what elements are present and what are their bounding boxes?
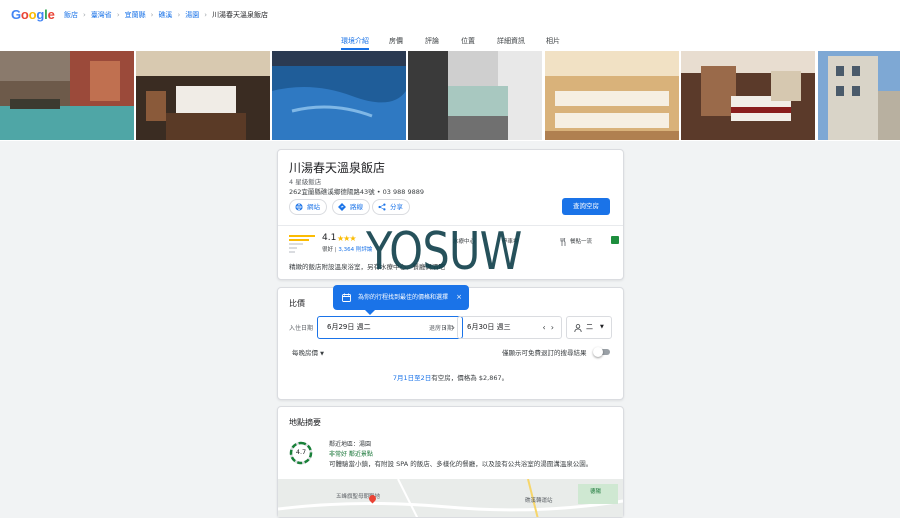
guests-value: 二: [586, 323, 593, 331]
photo-courtyard-pool[interactable]: [0, 51, 134, 140]
google-logo[interactable]: Google: [11, 7, 55, 22]
rating-value: 4.1: [322, 233, 337, 243]
tab-prices[interactable]: 房價: [389, 36, 403, 46]
calendar-icon: [342, 293, 351, 302]
directions-button[interactable]: 路線: [332, 199, 370, 215]
guests-selector[interactable]: 二 ▼: [566, 316, 612, 339]
rating-distribution-bars[interactable]: [289, 235, 315, 255]
location-summary-card: 地點摘要 4.7 鄰近地區：湯園 非常好 鄰近景點 可體驗當小鎮，有附設 SPA…: [277, 406, 624, 518]
tab-overview[interactable]: 環境介紹: [341, 36, 369, 50]
photo-bedroom[interactable]: [136, 51, 270, 140]
more-amenities-icon[interactable]: [611, 236, 619, 244]
person-icon: [574, 324, 582, 332]
nightly-price-dropdown[interactable]: 每晚房價 ▼: [292, 347, 324, 357]
availability-line: 7月1日至2日有空房，價格為 $2,867。: [278, 372, 623, 382]
nearby-area: 鄰近地區：湯園: [329, 441, 372, 448]
restaurant-icon: [560, 237, 566, 246]
tab-photos[interactable]: 相片: [546, 36, 560, 46]
rating-label: 很好: [322, 247, 334, 253]
photo-bath[interactable]: [408, 51, 542, 140]
checkout-label: 退房日期: [429, 325, 454, 332]
tab-details[interactable]: 詳細資訊: [497, 36, 525, 46]
checkin-label: 入住日期: [289, 325, 314, 332]
tooltip-text: 為你的行程找到最佳的價格和選擇: [358, 294, 449, 301]
website-label: 網站: [307, 203, 320, 211]
logo-letter: e: [47, 7, 55, 22]
checkout-date-arrows[interactable]: ‹ ›: [543, 317, 554, 338]
location-map[interactable]: 五峰旗聖母朝聖地 礁溪轉運站 德陽: [278, 479, 623, 517]
close-icon[interactable]: ×: [456, 285, 462, 310]
location-summary-text: 可體驗當小鎮，有附設 SPA 的飯店、多樣化的餐廳，以及設有公共浴室的湯圍溝溫泉…: [329, 460, 593, 468]
rating-summary: 很好 | 3,364 則評論: [322, 247, 373, 253]
photo-strip: [0, 50, 900, 141]
amenity-dining-label: 餐點一流: [570, 239, 593, 245]
map-label-area: 德陽: [590, 489, 602, 495]
price-section-title: 比價: [289, 299, 305, 308]
checkout-date-field[interactable]: 6月30日 週三 ‹ ›: [457, 316, 562, 339]
website-button[interactable]: 網站: [289, 199, 327, 215]
logo-letter: o: [20, 7, 29, 22]
hotel-name: 川湯春天溫泉飯店: [289, 161, 386, 175]
breadcrumb-jiaoxi[interactable]: 礁溪: [158, 11, 172, 19]
breadcrumb-separator: ›: [116, 11, 120, 19]
chevron-down-icon: ▼: [320, 351, 324, 357]
hotel-address: 262宜蘭縣礁溪鄉德陽路43號 • 03 988 9889: [289, 188, 424, 196]
directions-label: 路線: [350, 203, 363, 211]
logo-letter: o: [28, 7, 37, 22]
share-icon: [378, 203, 386, 211]
photo-indoor-pool[interactable]: [272, 51, 406, 140]
amenity-dining: 餐點一流: [560, 237, 592, 246]
breadcrumb-tangwei[interactable]: 湯園: [185, 11, 199, 19]
location-rating-label: 非常好 鄰近景點: [329, 451, 373, 458]
check-availability-button[interactable]: 查詢空房: [562, 198, 610, 215]
availability-text: 有空房，價格為 $2,867。: [431, 374, 509, 382]
breadcrumb-separator: ›: [83, 11, 86, 19]
share-label: 分享: [390, 203, 403, 211]
location-score: 4.7: [295, 448, 307, 456]
breadcrumb: 飯店 › 臺灣省 › 宜蘭縣 › 礁溪 › 湯園 › 川湯春天溫泉飯店: [64, 10, 268, 20]
section-tabs: 環境介紹 房價 評論 位置 詳細資訊 相片: [0, 31, 900, 51]
rating-stars: ★★★: [337, 234, 356, 243]
tab-reviews[interactable]: 評論: [425, 36, 439, 46]
checkin-date-value: 6月29日 週二: [327, 323, 371, 331]
availability-dates-link[interactable]: 7月1日至2日: [393, 374, 431, 382]
logo-letter: G: [11, 7, 21, 22]
breadcrumb-taiwan[interactable]: 臺灣省: [91, 11, 112, 19]
free-cancellation-label: 僅顯示可免費退訂的搜尋結果: [502, 349, 587, 357]
top-bar: Google 飯店 › 臺灣省 › 宜蘭縣 › 礁溪 › 湯園 › 川湯春天溫泉飯店: [0, 0, 900, 32]
breadcrumb-separator: ›: [150, 11, 154, 19]
location-section-title: 地點摘要: [289, 418, 321, 427]
checkout-date-value: 6月30日 週三: [467, 323, 511, 331]
free-cancellation-toggle[interactable]: [593, 347, 610, 357]
map-label-station: 礁溪轉運站: [525, 498, 553, 504]
logo-text: Google: [11, 7, 55, 22]
breadcrumb-current: 川湯春天溫泉飯店: [212, 11, 269, 19]
directions-icon: [338, 203, 346, 211]
breadcrumb-separator: ›: [177, 11, 181, 19]
nightly-price-label: 每晚房價: [292, 349, 318, 357]
breadcrumb-hotels[interactable]: 飯店: [64, 11, 78, 19]
logo-letter: g: [36, 7, 45, 22]
watermark-text: YOSUW: [366, 222, 522, 282]
photo-suite[interactable]: [681, 51, 815, 140]
share-button[interactable]: 分享: [372, 199, 410, 215]
photo-exterior[interactable]: [818, 51, 900, 140]
breadcrumb-separator: ›: [204, 11, 208, 19]
breadcrumb-yilan[interactable]: 宜蘭縣: [125, 11, 146, 19]
globe-icon: [295, 203, 303, 211]
location-score-ring: 4.7: [289, 441, 313, 465]
tab-location[interactable]: 位置: [461, 36, 475, 46]
photo-restaurant[interactable]: [545, 51, 679, 140]
chevron-down-icon: ▼: [600, 324, 604, 330]
map-graphic: [278, 479, 623, 517]
price-tip-popup: 為你的行程找到最佳的價格和選擇 ×: [333, 285, 469, 315]
hotel-star-class: 4 星級飯店: [289, 178, 322, 186]
